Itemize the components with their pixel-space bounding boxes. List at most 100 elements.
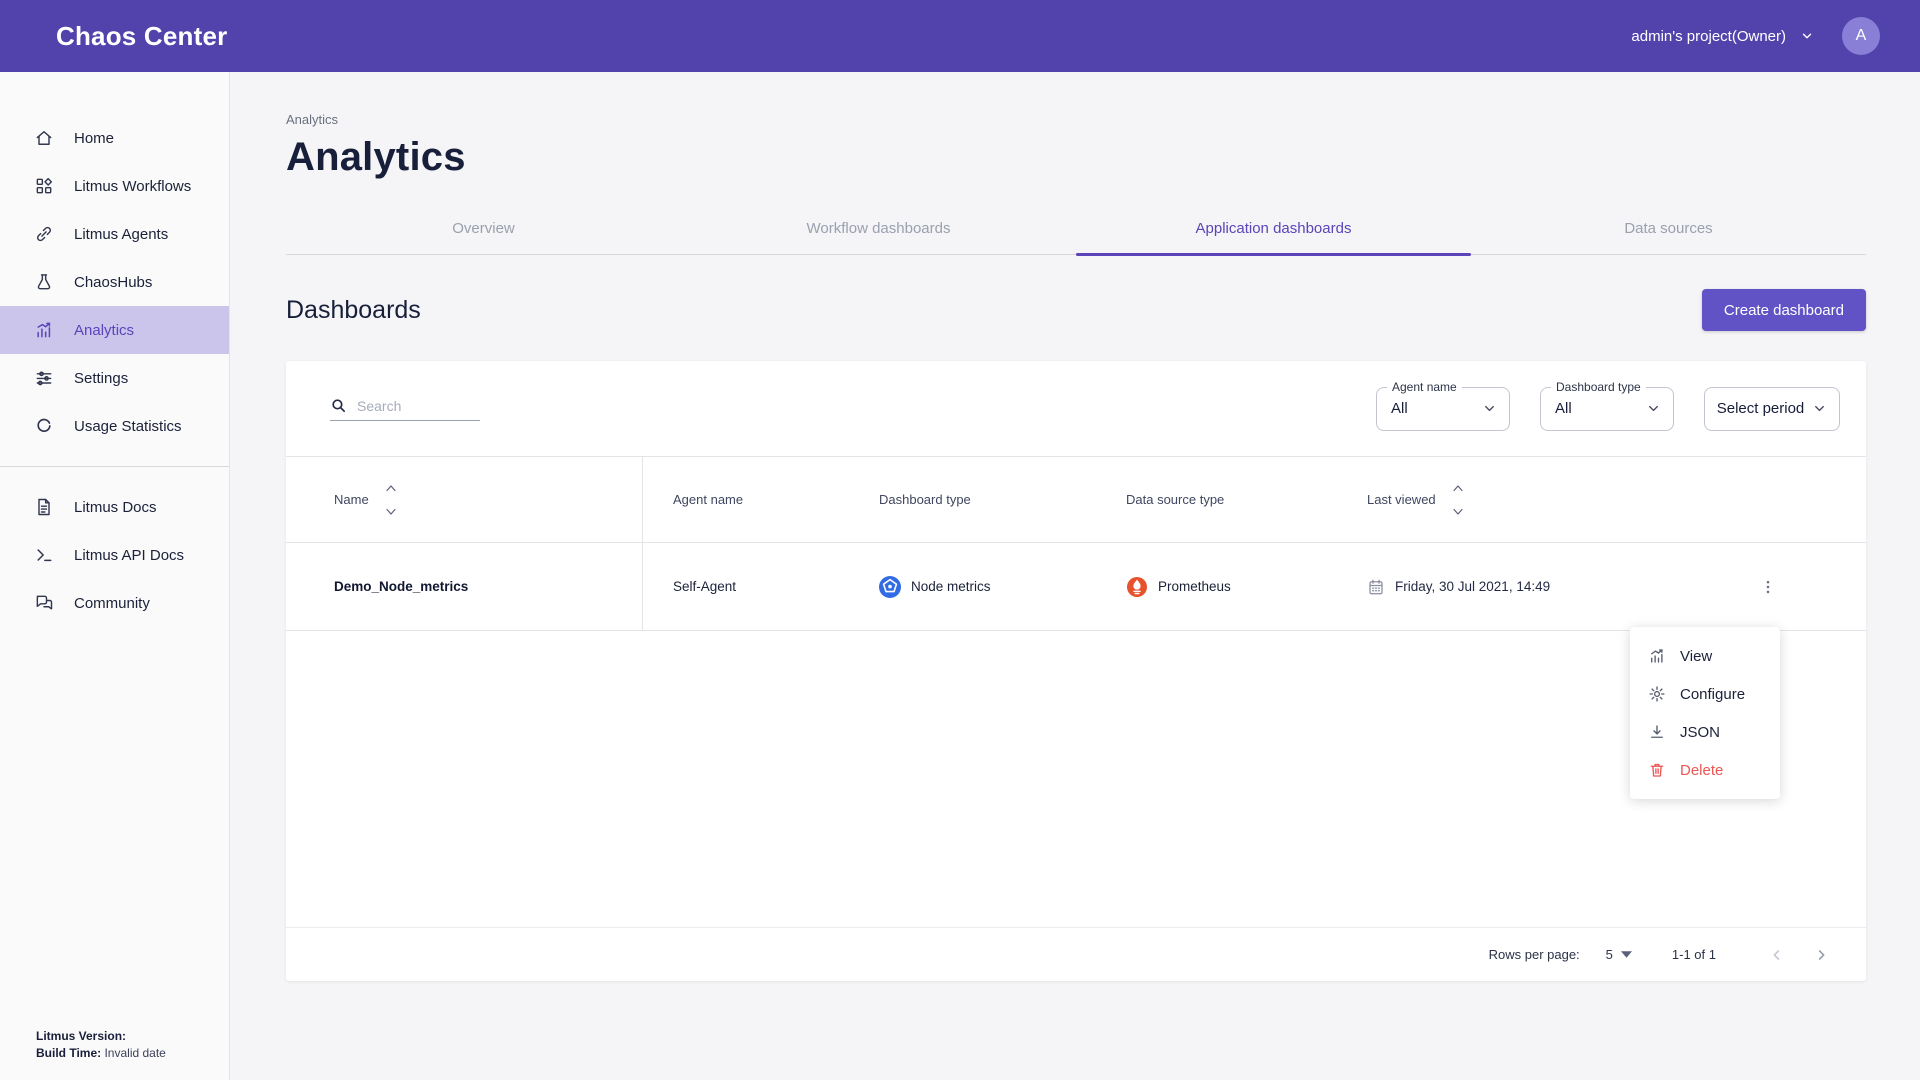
gear-icon — [1648, 685, 1666, 703]
sidebar-item-litmus-api-docs[interactable]: Litmus API Docs — [0, 531, 229, 579]
terminal-icon — [34, 545, 54, 565]
create-dashboard-button[interactable]: Create dashboard — [1702, 289, 1866, 331]
top-bar: Chaos Center admin's project(Owner) A — [0, 0, 1920, 72]
app-title: Chaos Center — [56, 21, 227, 52]
row-agent-name: Self-Agent — [643, 579, 849, 594]
chevron-down-icon — [1482, 401, 1497, 416]
sidebar-item-litmus-workflows[interactable]: Litmus Workflows — [0, 162, 229, 210]
sidebar-item-label: Litmus Workflows — [74, 178, 191, 195]
sidebar-item-litmus-agents[interactable]: Litmus Agents — [0, 210, 229, 258]
sidebar-footer: Litmus Version: Build Time: Invalid date — [0, 1028, 229, 1080]
sort-ascending-icon[interactable] — [385, 484, 397, 492]
tab-application-dashboards[interactable]: Application dashboards — [1076, 206, 1471, 254]
dashboards-card: Agent name All Dashboard type All Select… — [286, 361, 1866, 981]
agent-name-select-value: All — [1391, 400, 1482, 417]
document-icon — [34, 497, 54, 517]
row-dashboard-type: Node metrics — [849, 576, 1096, 598]
pagination-bar: Rows per page: 5 1-1 of 1 — [286, 927, 1866, 981]
pagination-range: 1-1 of 1 — [1672, 947, 1716, 962]
dashboard-type-select-label: Dashboard type — [1551, 380, 1646, 394]
trash-icon — [1648, 761, 1666, 779]
chevron-down-icon — [1646, 401, 1661, 416]
sidebar-item-label: Settings — [74, 370, 128, 387]
avatar[interactable]: A — [1842, 17, 1880, 55]
home-icon — [34, 128, 54, 148]
column-header-dashboard-type: Dashboard type — [849, 492, 1096, 507]
sidebar-item-label: Analytics — [74, 322, 134, 339]
row-name: Demo_Node_metrics — [286, 543, 643, 630]
sidebar-item-label: Community — [74, 595, 150, 612]
calendar-icon — [1367, 578, 1385, 596]
tab-data-sources[interactable]: Data sources — [1471, 206, 1866, 254]
breadcrumb: Analytics — [286, 72, 1866, 127]
dashboard-type-select[interactable]: Dashboard type All — [1540, 387, 1674, 431]
agent-name-select[interactable]: Agent name All — [1376, 387, 1510, 431]
tab-bar: Overview Workflow dashboards Application… — [286, 206, 1866, 255]
dashboard-type-select-value: All — [1555, 400, 1646, 417]
agent-name-select-label: Agent name — [1387, 380, 1462, 394]
dropdown-arrow-icon — [1621, 951, 1632, 958]
sidebar-item-analytics[interactable]: Analytics — [0, 306, 229, 354]
search-input[interactable] — [357, 398, 467, 414]
rows-per-page-label: Rows per page: — [1489, 947, 1580, 962]
sidebar-divider — [0, 466, 229, 467]
sidebar-item-label: Litmus Docs — [74, 499, 157, 516]
table-row[interactable]: Demo_Node_metrics Self-Agent Node metric… — [286, 543, 1866, 631]
project-switcher-label: admin's project(Owner) — [1631, 28, 1786, 45]
sort-controls-last-viewed — [1452, 484, 1464, 516]
main-content: Analytics Analytics Overview Workflow da… — [230, 72, 1920, 1080]
search-box[interactable] — [330, 397, 480, 421]
column-header-last-viewed: Last viewed — [1337, 484, 1669, 516]
row-data-source-type: Prometheus — [1096, 576, 1337, 598]
agents-link-icon — [34, 224, 54, 244]
sidebar-item-usage-statistics[interactable]: Usage Statistics — [0, 402, 229, 450]
download-icon — [1648, 723, 1666, 741]
select-period-label: Select period — [1717, 400, 1805, 417]
chevron-down-icon — [1812, 401, 1827, 416]
column-header-agent-name: Agent name — [643, 492, 849, 507]
section-header: Dashboards Create dashboard — [286, 289, 1866, 331]
menu-item-view[interactable]: View — [1630, 637, 1780, 675]
next-page-icon[interactable] — [1804, 938, 1838, 972]
section-title: Dashboards — [286, 296, 421, 325]
row-actions — [1669, 570, 1866, 604]
sidebar-item-label: Home — [74, 130, 114, 147]
sort-descending-icon[interactable] — [385, 508, 397, 516]
menu-item-configure[interactable]: Configure — [1630, 675, 1780, 713]
rows-per-page-select[interactable]: 5 — [1606, 947, 1632, 962]
kubernetes-node-metrics-icon — [879, 576, 901, 598]
sort-controls-name — [385, 484, 397, 516]
row-last-viewed: Friday, 30 Jul 2021, 14:49 — [1337, 578, 1669, 596]
row-context-menu: View Configure JSON — [1630, 627, 1780, 799]
avatar-letter: A — [1856, 27, 1867, 45]
previous-page-icon[interactable] — [1760, 938, 1794, 972]
sidebar-item-chaoshubs[interactable]: ChaosHubs — [0, 258, 229, 306]
sidebar-item-litmus-docs[interactable]: Litmus Docs — [0, 483, 229, 531]
litmus-version-label: Litmus Version: — [36, 1029, 126, 1043]
view-chart-icon — [1648, 647, 1666, 665]
build-time-label: Build Time: — [36, 1046, 101, 1060]
project-switcher[interactable]: admin's project(Owner) — [1631, 28, 1814, 45]
sidebar-item-label: Usage Statistics — [74, 418, 182, 435]
table-empty-space — [286, 631, 1866, 927]
column-header-name: Name — [286, 457, 643, 542]
chevron-down-icon — [1800, 29, 1814, 43]
sort-descending-icon[interactable] — [1452, 508, 1464, 516]
sidebar-item-home[interactable]: Home — [0, 114, 229, 162]
column-header-data-source-type: Data source type — [1096, 492, 1337, 507]
table-header: Name Agent name Dashboard type Data sour… — [286, 457, 1866, 543]
select-period-button[interactable]: Select period — [1704, 387, 1840, 431]
sort-ascending-icon[interactable] — [1452, 484, 1464, 492]
sidebar-item-settings[interactable]: Settings — [0, 354, 229, 402]
sidebar-item-label: Litmus Agents — [74, 226, 168, 243]
tab-overview[interactable]: Overview — [286, 206, 681, 254]
usage-donut-icon — [34, 416, 54, 436]
workflows-icon — [34, 176, 54, 196]
tab-workflow-dashboards[interactable]: Workflow dashboards — [681, 206, 1076, 254]
menu-item-delete[interactable]: Delete — [1630, 751, 1780, 789]
page-title: Analytics — [286, 135, 1866, 180]
sidebar-item-community[interactable]: Community — [0, 579, 229, 627]
kebab-menu-icon[interactable] — [1751, 570, 1785, 604]
flask-icon — [34, 272, 54, 292]
menu-item-json[interactable]: JSON — [1630, 713, 1780, 751]
